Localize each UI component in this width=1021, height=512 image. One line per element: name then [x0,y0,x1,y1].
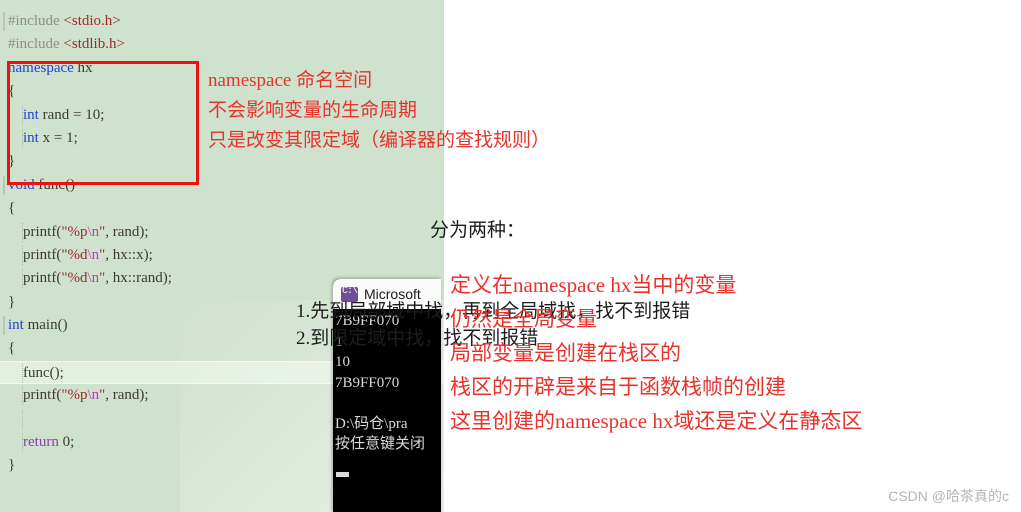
screenshot-root: #include <stdio.h> #include <stdlib.h> nam… [0,0,1021,512]
annotation-line: 这里创建的namespace hx域还是定义在静态区 [450,409,863,433]
code-token: <stdio.h> [63,13,121,29]
console-output-line: D:\码仓\pra [335,415,408,432]
annotation-namespace-concept: namespace 命名空间不会影响变量的生命周期只是改变其限定域（编译器的查找… [208,66,550,156]
annotation-line: namespace 命名空间 [208,70,373,91]
code-token: int [23,106,39,123]
annotation-line: 局部变量是创建在栈区的 [450,341,681,365]
code-line[interactable]: #include <stdio.h> [0,10,444,33]
code-token: ; [70,434,75,451]
code-token: return [23,434,59,451]
annotation-memory-layout: 定义在namespace hx当中的变量 仍然是全局变量局部变量是创建在栈区的栈区… [450,268,862,438]
code-token: x = [38,129,67,146]
code-token: , hx::x); [105,246,153,263]
code-token: } [8,457,16,474]
code-token: printf( [8,270,62,287]
console-cursor [336,472,349,477]
code-token: func(); [8,364,64,381]
code-token: namespace [8,59,74,76]
code-token: int [8,317,24,334]
code-token: #include [8,36,64,53]
code-token: int [23,129,39,146]
code-token: 0 [62,434,71,451]
code-token: printf( [8,246,62,263]
code-token: main() [23,317,68,334]
code-token: , rand); [105,387,149,404]
code-line[interactable]: #include <stdlib.h> [0,33,444,56]
code-token: void [8,176,35,193]
code-token: { [8,200,16,217]
annotation-line: 不会影响变量的生命周期 [208,100,418,121]
code-token: ; [73,129,78,146]
code-token: printf( [8,387,62,404]
code-token: } [8,153,16,170]
code-token: ; [100,106,105,123]
code-token: \n [87,387,100,404]
code-token: #include [8,13,64,29]
code-token: rand = [38,106,86,123]
code-token: \n [87,246,100,263]
csdn-watermark: CSDN @哈茶真的c [888,488,1009,504]
code-token: , rand); [105,223,149,240]
code-token: { [8,83,16,100]
code-token: hx [73,59,93,76]
code-token: 1 [66,129,74,146]
annotation-line: 栈区的开辟是来自于函数栈帧的创建 [450,375,786,399]
code-token: "%p [61,387,88,404]
code-token: 10 [85,106,101,123]
code-token: printf( [8,223,62,240]
code-token: { [8,340,16,357]
annotation-line: 定义在namespace hx当中的变量 [450,273,737,297]
code-token: "%p [61,223,88,240]
code-token: \n [87,223,100,240]
annotation-lookup-heading: 分为两种： [430,220,526,241]
code-token: , hx::rand); [105,270,172,287]
code-token: "%d [61,246,88,263]
code-token: <stdlib.h> [63,36,125,53]
annotation-line: 只是改变其限定域（编译器的查找规则） [208,130,551,151]
code-token: "%d [61,270,88,287]
code-token: } [8,293,16,310]
code-token: func() [34,176,76,193]
console-output-line: 按任意键关闭 [335,436,426,452]
annotation-line: 仍然是全局变量 [450,307,597,331]
code-token: \n [87,270,100,287]
